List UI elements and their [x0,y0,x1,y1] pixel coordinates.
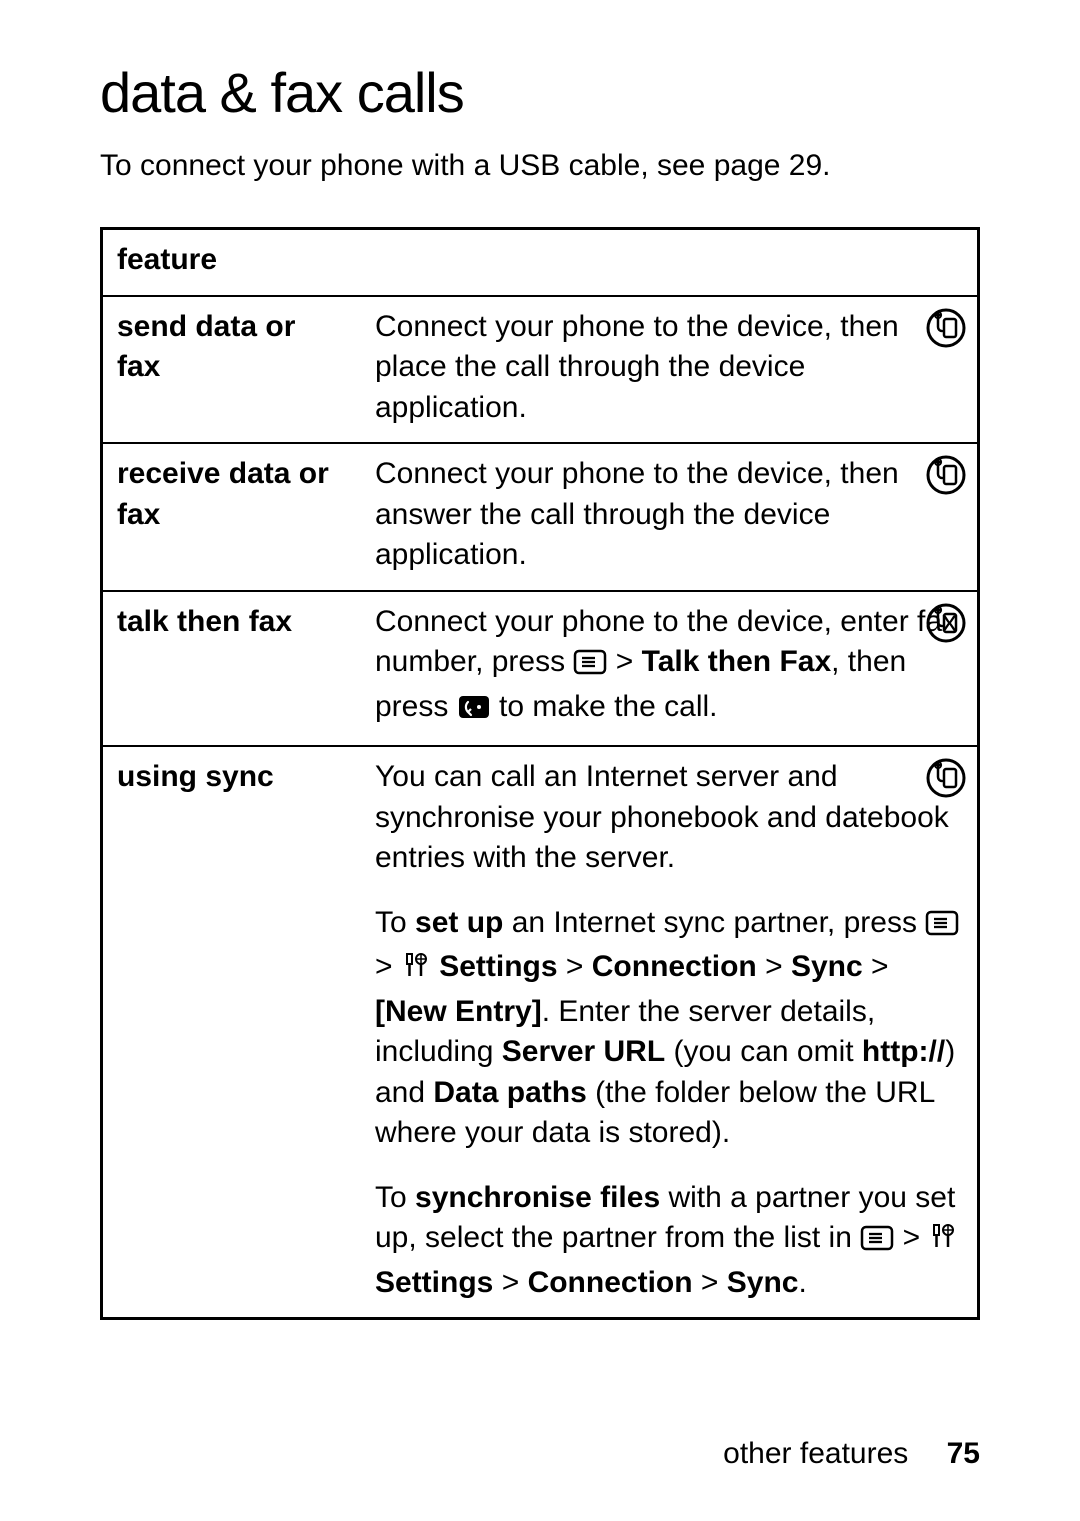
desc-text-bold: Connection [528,1266,693,1299]
table-row: using sync You can call an Internet serv… [102,746,979,893]
section-label: other features [723,1437,908,1470]
sim-feature-icon [925,454,967,508]
desc-text: You can call an Internet server and sync… [375,760,949,874]
desc-text: > [757,950,791,983]
desc-text: To [375,1181,415,1214]
desc-text-bold: Connection [592,950,757,983]
intro-text: To connect your phone with a USB cable, … [100,145,980,187]
feature-table: feature send data or fax Connect your ph… [100,227,980,1320]
desc-text-bold: [New Entry] [375,995,542,1028]
page-title: data & fax calls [100,60,980,125]
sim-feature-icon [925,757,967,811]
desc-text: . [798,1266,806,1299]
desc-text-bold: Settings [375,1266,493,1299]
sim-feature-icon [925,307,967,361]
desc-text: Connect your phone to the device, then a… [375,457,899,571]
desc-text-bold: synchronise files [415,1181,660,1214]
desc-text-bold: Server URL [502,1035,665,1068]
menu-key-icon [860,1222,894,1263]
desc-text-bold: Sync [727,1266,799,1299]
feature-desc: You can call an Internet server and sync… [361,746,979,893]
desc-text-bold: Settings [439,950,557,983]
table-header: feature [102,229,979,296]
sim-feature-icon [925,602,967,656]
desc-text: to make the call. [499,690,717,723]
feature-desc: Connect your phone to the device, then p… [361,296,979,444]
desc-text: > [558,950,592,983]
desc-text: > [616,645,642,678]
feature-name: receive data or fax [102,443,362,591]
desc-text: > [894,1221,928,1254]
table-row: receive data or fax Connect your phone t… [102,443,979,591]
desc-text-bold: Talk then Fax [642,645,832,678]
desc-text-bold: set up [415,906,503,939]
desc-text: > [493,1266,527,1299]
manual-page: data & fax calls To connect your phone w… [0,0,1080,1521]
desc-text: Connect your phone to the device, then p… [375,310,899,424]
feature-desc: Connect your phone to the device, then a… [361,443,979,591]
desc-text-bold: http:// [862,1035,945,1068]
table-row: send data or fax Connect your phone to t… [102,296,979,444]
desc-text-bold: Sync [791,950,863,983]
menu-key-icon [573,646,607,687]
desc-text: (you can omit [665,1035,862,1068]
desc-text: > [375,950,401,983]
desc-text: > [693,1266,727,1299]
table-row: talk then fax Connect your phone to the … [102,591,979,747]
settings-icon [928,1221,958,1263]
feature-desc: To set up an Internet sync partner, pres… [361,893,979,1168]
settings-icon [401,950,431,992]
feature-name: using sync [102,746,362,1319]
menu-key-icon [925,907,959,948]
page-footer: other features 75 [723,1437,980,1471]
feature-name: talk then fax [102,591,362,747]
desc-text: To [375,906,415,939]
desc-text: > [863,950,889,983]
feature-name: send data or fax [102,296,362,444]
desc-text: an Internet sync partner, press [503,906,925,939]
page-number: 75 [947,1437,980,1470]
feature-desc: Connect your phone to the device, enter … [361,591,979,747]
feature-desc: To synchronise files with a partner you … [361,1168,979,1319]
send-key-icon [457,691,491,732]
desc-text-bold: Data paths [433,1076,586,1109]
